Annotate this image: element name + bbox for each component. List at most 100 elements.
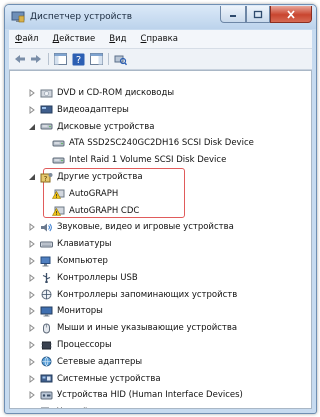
tree-item[interactable]: Контроллеры USB bbox=[28, 270, 138, 286]
mouse-icon bbox=[40, 323, 53, 334]
forward-button[interactable] bbox=[29, 52, 43, 66]
device-manager-icon bbox=[11, 10, 25, 24]
smartcard-reader-icon bbox=[40, 407, 53, 408]
svg-text:?: ? bbox=[44, 175, 48, 183]
collapsed-arrow-icon[interactable] bbox=[28, 240, 36, 249]
collapsed-arrow-icon[interactable] bbox=[28, 341, 36, 349]
storage-controller-icon bbox=[40, 289, 53, 300]
collapsed-arrow-icon[interactable] bbox=[28, 408, 36, 409]
collapsed-arrow-icon[interactable] bbox=[28, 357, 36, 366]
scan-hardware-button[interactable] bbox=[113, 52, 127, 66]
collapsed-arrow-icon[interactable] bbox=[28, 273, 36, 282]
collapsed-arrow-icon[interactable] bbox=[28, 257, 36, 265]
tree-item-label: Контроллеры USB bbox=[57, 272, 138, 283]
tree-item[interactable]: Компьютер bbox=[28, 253, 108, 269]
expanded-arrow-icon[interactable] bbox=[28, 123, 36, 131]
hid-icon bbox=[40, 390, 53, 401]
tree-item-label: Видеоадаптеры bbox=[57, 104, 129, 115]
tree-item[interactable]: Устройства чтения смарт-карт bbox=[28, 404, 195, 409]
tree-item[interactable]: Дисковые устройства bbox=[28, 119, 154, 135]
tree-item-label: Клавиатуры bbox=[57, 239, 112, 250]
action-pane-icon bbox=[89, 53, 103, 65]
close-button[interactable] bbox=[270, 6, 312, 23]
tree-item-label: Процессоры bbox=[57, 340, 112, 350]
processor-icon bbox=[40, 340, 53, 351]
tree-item-label: Другие устройства bbox=[57, 172, 143, 182]
tree-item[interactable]: Процессоры bbox=[28, 337, 112, 353]
scan-hardware-icon bbox=[114, 55, 127, 65]
toolbar: ? bbox=[9, 49, 312, 70]
dvd-drive-icon bbox=[40, 88, 53, 99]
back-arrow-icon bbox=[15, 55, 25, 63]
toolbar-separator bbox=[108, 53, 109, 65]
menu-view[interactable]: Вид bbox=[109, 34, 126, 44]
collapsed-arrow-icon[interactable] bbox=[28, 105, 36, 114]
properties-button[interactable]: ? bbox=[71, 52, 85, 66]
collapsed-arrow-icon[interactable] bbox=[28, 391, 36, 400]
tree-item[interactable]: ? Другие устройства bbox=[28, 169, 143, 185]
back-button[interactable] bbox=[13, 52, 27, 66]
tree-item[interactable]: AutoGRAPH bbox=[48, 186, 118, 202]
network-adapter-icon bbox=[40, 356, 53, 367]
collapsed-arrow-icon[interactable] bbox=[28, 223, 36, 232]
toolbar-separator bbox=[48, 53, 49, 65]
help-icon: ? bbox=[72, 53, 84, 66]
svg-text:?: ? bbox=[75, 55, 80, 66]
device-manager-window: Диспетчер устройств Файл Действие Вид Сп… bbox=[4, 4, 317, 414]
warning-device-icon bbox=[52, 205, 65, 216]
tree-item[interactable]: Системные устройства bbox=[28, 371, 161, 387]
tree-item[interactable]: Видеоадаптеры bbox=[28, 102, 129, 118]
expanded-arrow-icon[interactable] bbox=[28, 173, 36, 181]
disk-drive-icon bbox=[52, 138, 65, 149]
tree-item-label: Дисковые устройства bbox=[57, 121, 155, 132]
device-tree: DVD и CD-ROM дисководы Видеоадаптеры Диско… bbox=[9, 70, 312, 409]
forward-arrow-icon bbox=[31, 55, 41, 63]
sound-icon bbox=[40, 222, 53, 233]
tree-item[interactable]: DVD и CD-ROM дисководы bbox=[28, 85, 174, 101]
tree-item-label: Контроллеры запоминающих устройств bbox=[57, 289, 238, 300]
disk-drive-icon bbox=[52, 155, 65, 166]
action-pane-button[interactable] bbox=[89, 52, 103, 66]
collapsed-arrow-icon[interactable] bbox=[28, 324, 36, 333]
tree-item[interactable]: Мыши и иные указывающие устройства bbox=[28, 320, 237, 336]
tree-item-label: Звуковые, видео и игровые устройства bbox=[57, 222, 234, 233]
close-icon bbox=[287, 9, 295, 19]
tree-item[interactable]: AutoGRAPH CDC bbox=[48, 203, 139, 219]
menu-help[interactable]: Справка bbox=[141, 34, 178, 44]
tree-item[interactable]: Контроллеры запоминающих устройств bbox=[28, 287, 237, 303]
tree-item-label: AutoGRAPH bbox=[69, 188, 119, 199]
collapsed-arrow-icon[interactable] bbox=[28, 290, 36, 299]
collapsed-arrow-icon[interactable] bbox=[28, 89, 36, 97]
tree-item[interactable]: ATA SSD2SC240GC2DH16 SCSI Disk Device bbox=[48, 135, 254, 151]
keyboard-icon bbox=[40, 239, 53, 250]
tree-item[interactable]: Сетевые адаптеры bbox=[28, 354, 142, 370]
tree-item-label: Мыши и иные указывающие устройства bbox=[57, 323, 238, 334]
tree-item-label: Системные устройства bbox=[57, 373, 161, 384]
tree-item[interactable]: Мониторы bbox=[28, 303, 103, 319]
tree-item[interactable]: Клавиатуры bbox=[28, 236, 112, 252]
tree-item-label: Сетевые адаптеры bbox=[57, 356, 143, 367]
computer-icon bbox=[40, 256, 53, 267]
window-title: Диспетчер устройств bbox=[30, 12, 133, 22]
tree-item-label: Устройства чтения смарт-карт bbox=[57, 407, 195, 408]
collapsed-arrow-icon[interactable] bbox=[28, 374, 36, 383]
maximize-button[interactable] bbox=[246, 6, 270, 23]
title-bar[interactable]: Диспетчер устройств bbox=[5, 5, 316, 29]
tree-item-label: DVD и CD-ROM дисководы bbox=[57, 88, 175, 98]
monitor-icon bbox=[40, 306, 53, 317]
tree-item[interactable]: Устройства HID (Human Interface Devices) bbox=[28, 387, 243, 403]
console-tree-icon bbox=[53, 53, 67, 65]
menu-file[interactable]: Файл bbox=[15, 34, 39, 44]
tree-item[interactable]: Intel Raid 1 Volume SCSI Disk Device bbox=[48, 152, 226, 168]
warning-device-icon bbox=[52, 188, 65, 200]
unknown-device-icon: ? bbox=[40, 172, 53, 183]
minimize-icon bbox=[230, 15, 236, 17]
show-hide-console-tree-button[interactable] bbox=[53, 52, 67, 66]
collapsed-arrow-icon[interactable] bbox=[28, 307, 36, 316]
menu-bar: Файл Действие Вид Справка bbox=[9, 30, 312, 49]
tree-item[interactable]: Звуковые, видео и игровые устройства bbox=[28, 219, 234, 235]
minimize-button[interactable] bbox=[220, 6, 246, 23]
system-device-icon bbox=[40, 373, 53, 384]
tree-item-label: ATA SSD2SC240GC2DH16 SCSI Disk Device bbox=[69, 138, 254, 149]
menu-action[interactable]: Действие bbox=[53, 34, 96, 44]
